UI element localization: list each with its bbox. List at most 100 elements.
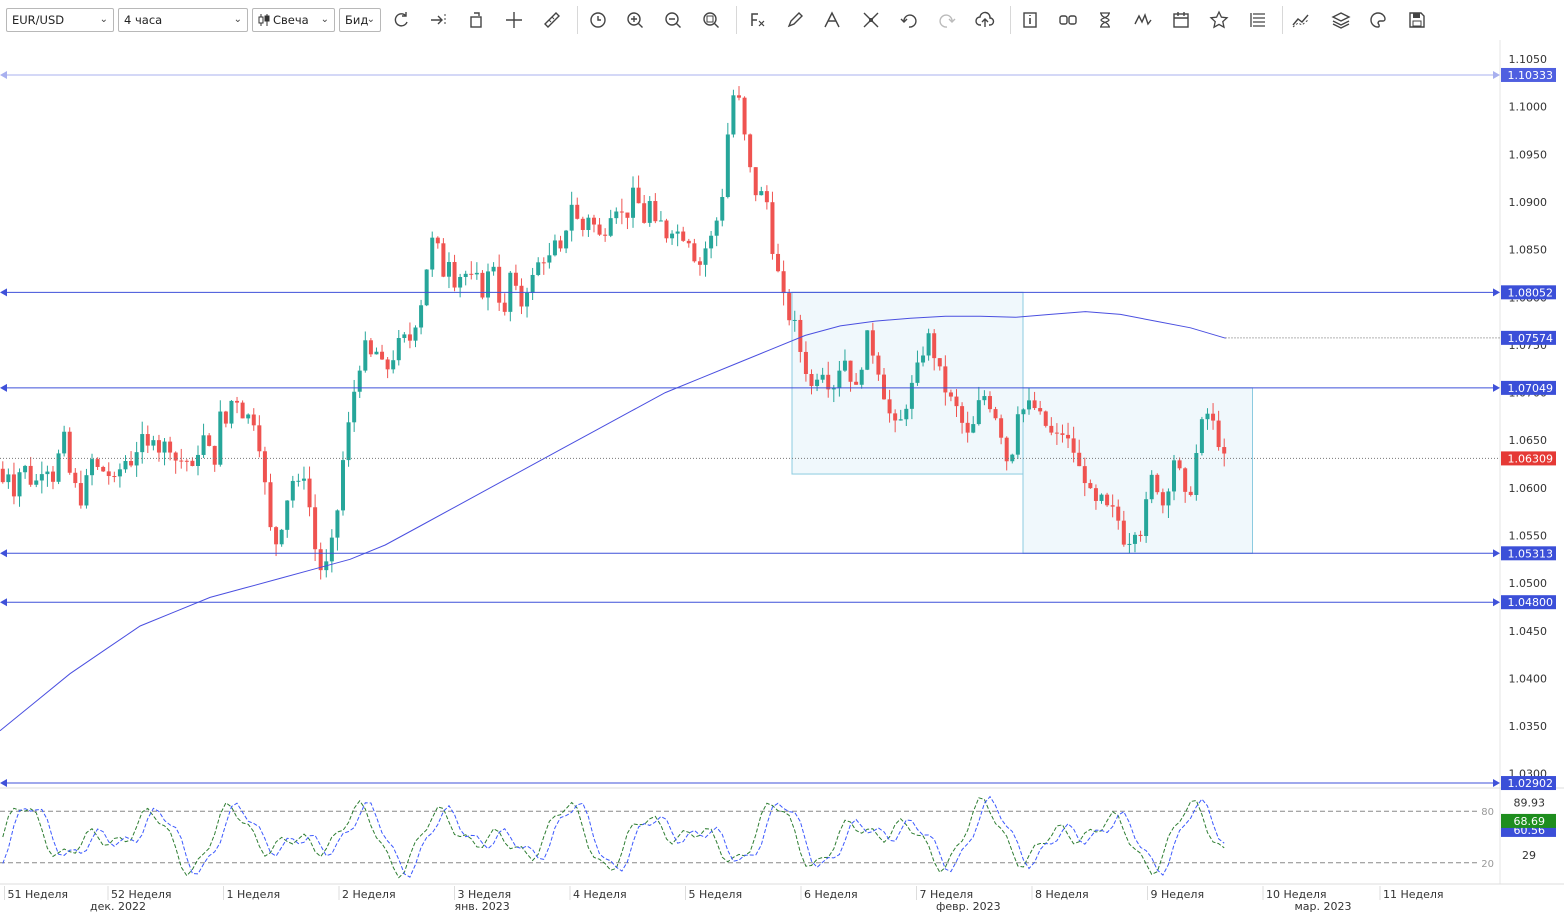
candle-body bbox=[229, 400, 234, 424]
timeframe-select[interactable]: 4 часа ⌄ bbox=[118, 8, 248, 32]
candle-body bbox=[313, 507, 318, 550]
indicators-fx-icon[interactable] bbox=[744, 8, 770, 32]
autoscale-icon[interactable] bbox=[463, 8, 489, 32]
candle-body bbox=[876, 355, 881, 375]
calendar-icon[interactable] bbox=[1168, 8, 1194, 32]
trend-icon[interactable] bbox=[1288, 8, 1314, 32]
undo-icon[interactable] bbox=[896, 8, 922, 32]
candle-body bbox=[123, 460, 128, 470]
candle-body bbox=[709, 235, 714, 249]
candle-body bbox=[1199, 419, 1204, 454]
ruler-icon[interactable] bbox=[539, 8, 565, 32]
stochastic-axis-lower: 29 bbox=[1522, 849, 1536, 862]
hourglass-icon[interactable] bbox=[1092, 8, 1118, 32]
candle-body bbox=[1093, 488, 1098, 501]
save-icon[interactable] bbox=[1404, 8, 1430, 32]
pencil-icon[interactable] bbox=[782, 8, 808, 32]
candle-body bbox=[608, 218, 613, 236]
candle-body bbox=[993, 409, 998, 419]
candle-body bbox=[296, 480, 301, 482]
candle-body bbox=[1144, 499, 1149, 537]
candle-body bbox=[380, 351, 385, 360]
candle-body bbox=[865, 330, 870, 370]
candle-body bbox=[982, 396, 987, 401]
candle-body bbox=[335, 510, 340, 538]
candle-body bbox=[1166, 491, 1171, 506]
crosshair-icon[interactable] bbox=[501, 8, 527, 32]
price-tick-label: 1.0850 bbox=[1509, 244, 1548, 257]
candle-body bbox=[430, 237, 435, 270]
candle-body bbox=[424, 269, 429, 306]
candle-body bbox=[1043, 411, 1048, 426]
price-tick-label: 1.1000 bbox=[1509, 101, 1548, 114]
candle-body bbox=[536, 262, 541, 275]
candle-body bbox=[262, 451, 267, 483]
wave-icon[interactable] bbox=[1130, 8, 1156, 32]
candle-body bbox=[558, 240, 563, 249]
compare-icon[interactable] bbox=[1055, 8, 1081, 32]
chart-area[interactable]: 802089.932960.5668.69 1.10501.10001.0950… bbox=[0, 40, 1564, 916]
shift-chart-icon[interactable] bbox=[425, 8, 451, 32]
candle-body bbox=[151, 440, 156, 446]
candle-body bbox=[1077, 452, 1082, 467]
palette-icon[interactable] bbox=[1365, 8, 1391, 32]
candle-body bbox=[357, 370, 362, 392]
refresh-icon[interactable] bbox=[388, 8, 414, 32]
candle-body bbox=[235, 400, 240, 403]
symbol-select[interactable]: EUR/USD ⌄ bbox=[6, 8, 114, 32]
week-label: 11 Неделя bbox=[1383, 888, 1444, 901]
candle-body bbox=[62, 431, 67, 454]
chart-type-select[interactable]: Свеча ⌄ bbox=[252, 8, 335, 32]
clock-icon[interactable] bbox=[585, 8, 611, 32]
info-icon[interactable] bbox=[1017, 8, 1043, 32]
moving-average-price-label: 1.07574 bbox=[1508, 332, 1554, 345]
candle-body bbox=[1049, 425, 1054, 433]
price-tick-label: 1.0900 bbox=[1509, 196, 1548, 209]
week-label: 8 Неделя bbox=[1035, 888, 1089, 901]
candle-body bbox=[1138, 534, 1143, 537]
candle-body bbox=[502, 302, 507, 312]
candle-body bbox=[34, 480, 39, 485]
candle-body bbox=[329, 537, 334, 562]
candle-body bbox=[1021, 409, 1026, 415]
price-tick-label: 1.0600 bbox=[1509, 482, 1548, 495]
zoom-reset-icon[interactable] bbox=[698, 8, 724, 32]
chart-type-select-value: Свеча bbox=[273, 13, 309, 27]
layers-icon[interactable] bbox=[1328, 8, 1354, 32]
candle-body bbox=[904, 408, 909, 420]
candle-body bbox=[285, 500, 290, 530]
candle-body bbox=[653, 201, 658, 222]
pattern-tool-icon[interactable] bbox=[858, 8, 884, 32]
zoom-in-icon[interactable] bbox=[622, 8, 648, 32]
candle-body bbox=[469, 273, 474, 275]
candle-body bbox=[915, 362, 920, 383]
candle-body bbox=[619, 211, 624, 213]
candle-body bbox=[480, 272, 485, 298]
candle-body bbox=[218, 411, 223, 465]
candle-body bbox=[1172, 460, 1177, 492]
candle-body bbox=[1060, 433, 1065, 435]
candle-body bbox=[937, 358, 942, 367]
candle-body bbox=[798, 319, 803, 352]
candle-body bbox=[597, 224, 602, 235]
zoom-out-icon[interactable] bbox=[660, 8, 686, 32]
candle-body bbox=[1088, 483, 1093, 489]
candle-body bbox=[301, 478, 306, 481]
week-label: 2 Неделя bbox=[342, 888, 396, 901]
candle-body bbox=[1027, 400, 1032, 410]
fibonacci-icon[interactable] bbox=[819, 8, 845, 32]
list-icon[interactable] bbox=[1245, 8, 1271, 32]
redo-icon[interactable] bbox=[934, 8, 960, 32]
candle-body bbox=[552, 240, 557, 256]
candle-body bbox=[368, 340, 373, 355]
star-icon[interactable] bbox=[1206, 8, 1232, 32]
candle-body bbox=[50, 471, 55, 482]
candle-body bbox=[736, 95, 741, 98]
price-tick-label: 1.0550 bbox=[1509, 529, 1548, 542]
candle-body bbox=[586, 217, 591, 230]
price-type-select[interactable]: Бид ⌄ bbox=[339, 8, 381, 32]
candle-body bbox=[396, 338, 401, 361]
cloud-upload-icon[interactable] bbox=[972, 8, 998, 32]
candle-body bbox=[976, 400, 981, 425]
candle-body bbox=[697, 261, 702, 265]
